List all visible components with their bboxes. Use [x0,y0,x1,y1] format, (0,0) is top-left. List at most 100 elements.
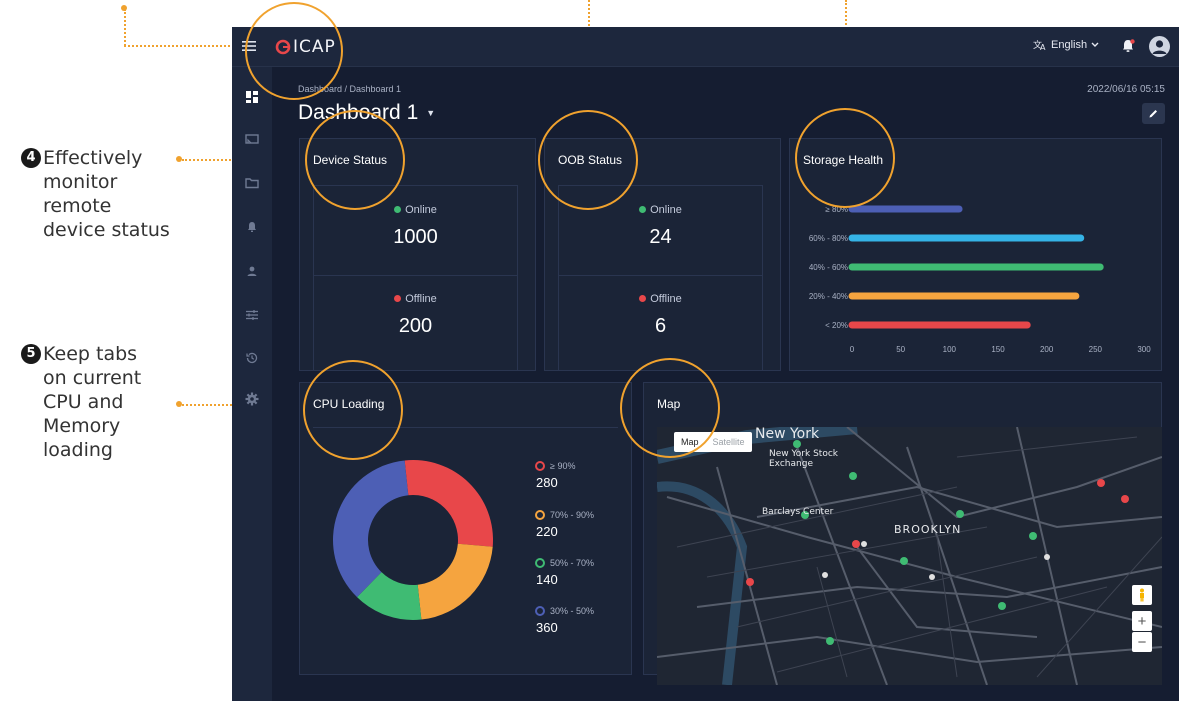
map-view[interactable]: Map Satellite New York New York Stock Ex… [657,427,1162,685]
cpu-donut-slice [333,460,409,598]
storage-x-tick: 0 [850,345,855,354]
offline-count: 6 [654,315,667,337]
map-type-satellite[interactable]: Satellite [706,432,752,452]
caret-down-icon: ▼ [426,108,436,118]
page-title: Dashboard 1 [298,101,419,124]
map-label-new-york: New York [755,427,820,442]
offline-dot-icon [394,295,402,302]
legend-value: 280 [536,475,558,490]
map-roads [657,427,1162,685]
card-title: OOB Status [558,153,623,167]
dashboard-icon [246,91,258,103]
cpu-legend-item: 30% - 50% 360 [535,606,594,635]
online-dot-icon [639,206,647,213]
storage-health-card: Storage Health ≥ 80% 60% - 80% 40% - 60% 20… [789,138,1162,371]
online-label: Online [314,204,517,216]
sidebar-item-history[interactable] [244,350,260,366]
online-count: 1000 [393,226,438,248]
cpu-donut-slice [404,460,493,547]
callout-text: Memory [43,415,121,437]
user-avatar-icon[interactable] [1149,36,1170,57]
callout-number: 5 [21,344,41,364]
cpu-loading-card: CPU Loading ≥ 90% 280 70% - 90% 220 50% … [299,382,632,675]
storage-category-label: < 20% [825,321,848,330]
language-selector[interactable]: 文A English [1033,39,1099,51]
sidebar-item-files[interactable] [244,175,260,191]
map-type-toggle: Map Satellite [674,432,752,452]
callout-text: remote [43,195,112,217]
storage-health-chart: ≥ 80% 60% - 80% 40% - 60% 20% - 40% < 20% 0 50… [809,205,1151,354]
street-view-button[interactable] [1132,585,1152,605]
device-status-card: Device Status Online 1000 Offline 200 [299,138,536,371]
bell-icon[interactable] [1120,38,1136,54]
translate-icon: 文A [1033,39,1046,51]
map-type-map[interactable]: Map [674,432,706,452]
legend-label: ≥ 90% [550,461,576,471]
legend-value: 140 [536,572,558,587]
storage-category-label: 20% - 40% [809,292,848,301]
sidebar-item-system[interactable] [244,391,260,407]
settings-sliders-icon [246,310,258,320]
storage-x-tick: 150 [991,345,1005,354]
dashboard-selector[interactable]: Dashboard 1 ▼ [298,101,435,125]
zoom-in-button[interactable]: + [1132,611,1152,631]
sidebar [232,67,272,701]
offline-label: Offline [314,293,517,305]
legend-ring-icon [535,461,545,471]
online-status-box: Online 1000 [313,185,518,275]
alert-icon [248,222,256,232]
cpu-legend-item: 70% - 90% 220 [535,510,594,539]
card-title: Map [657,397,681,411]
callout-5: 5 Keep tabs on current CPU and Memory lo… [21,342,141,462]
callout-text: CPU and [43,391,124,413]
sidebar-item-users[interactable] [244,263,260,279]
legend-ring-icon [535,558,545,568]
app-window: ICAP 文A English Dashboard / Dashboard 1 … [232,27,1179,701]
storage-x-tick: 100 [943,345,957,354]
cpu-loading-chart [333,460,493,620]
offline-status-box: Offline 200 [313,275,518,371]
legend-label: 50% - 70% [550,558,595,568]
storage-category-label: ≥ 80% [825,205,848,214]
map-label-barclays: Barclays Center [762,507,834,517]
storage-x-tick: 250 [1089,345,1103,354]
storage-x-tick: 50 [896,345,905,354]
card-title: CPU Loading [313,397,385,411]
device-icon [245,134,259,144]
sidebar-item-dashboard[interactable] [244,89,260,105]
legend-ring-icon [535,606,545,616]
legend-label: 70% - 90% [550,510,595,520]
sidebar-item-devices[interactable] [244,131,260,147]
history-icon [246,352,258,364]
breadcrumb: Dashboard / Dashboard 1 [298,84,402,94]
storage-category-label: 60% - 80% [809,234,848,243]
map-label-brooklyn: BROOKLYN [894,523,962,536]
offline-status-box: Offline 6 [558,275,763,371]
offline-count: 200 [398,315,433,337]
sidebar-item-alerts[interactable] [244,219,260,235]
online-count: 24 [649,226,672,248]
callout-4: 4 Effectively monitor remote device stat… [21,146,170,242]
cpu-donut-slice [417,543,493,620]
pencil-icon [1149,110,1157,118]
menu-icon[interactable] [241,38,257,54]
logo: ICAP [275,36,336,58]
callout-text: monitor [43,171,118,193]
legend-label: 30% - 50% [550,606,595,616]
user-icon [247,266,257,276]
online-dot-icon [394,206,402,213]
top-bar: ICAP 文A English [232,27,1179,67]
online-label: Online [559,204,762,216]
svg-text:A: A [1040,43,1046,51]
timestamp: 2022/06/16 05:15 [1087,84,1165,95]
zoom-out-button[interactable]: − [1132,632,1152,652]
map-card: Map Map Satellite New York New York Stoc… [643,382,1162,685]
language-label: English [1051,39,1088,51]
legend-value: 220 [536,524,558,539]
storage-category-label: 40% - 60% [809,263,848,272]
logo-mark-icon [275,39,291,55]
edit-button[interactable] [1142,103,1165,124]
sidebar-item-settings[interactable] [244,307,260,323]
folder-icon [245,178,259,189]
online-status-box: Online 24 [558,185,763,275]
